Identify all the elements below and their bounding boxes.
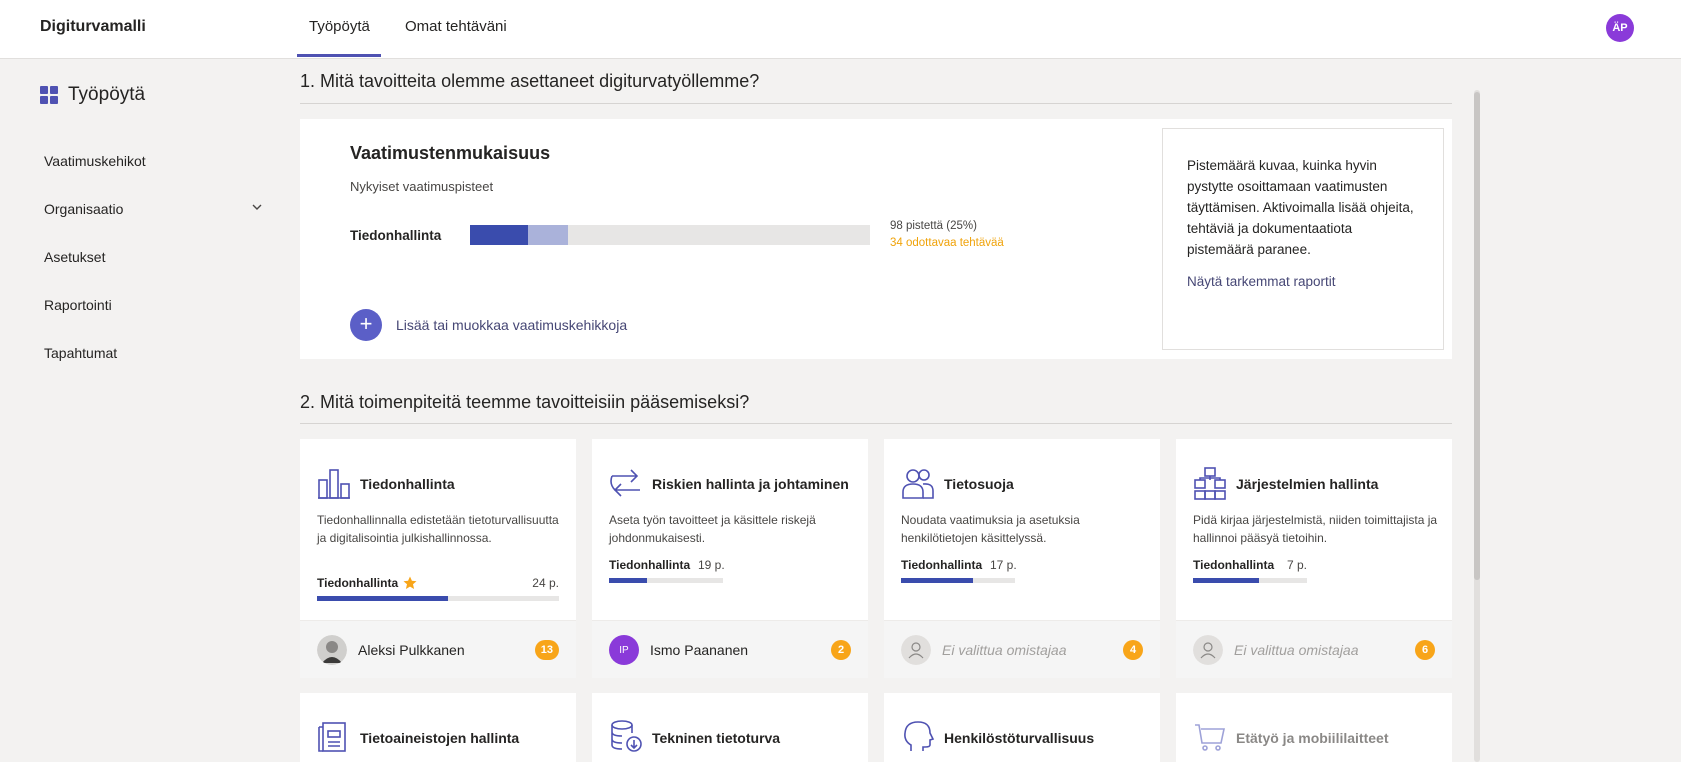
document-icon: [318, 722, 346, 752]
card-points: 24 p.: [532, 576, 559, 590]
sidebar-item-settings[interactable]: Asetukset: [44, 249, 105, 265]
card-title: Riskien hallinta ja johtaminen: [652, 476, 849, 492]
tab-dashboard[interactable]: Työpöytä: [309, 18, 370, 35]
database-icon: [611, 720, 642, 752]
card-personnel-security[interactable]: Henkilöstöturvallisuus: [884, 693, 1160, 762]
add-framework-link[interactable]: Lisää tai muokkaa vaatimuskehikkoja: [396, 317, 627, 333]
owner-name: Ismo Paananen: [650, 642, 749, 658]
sidebar-item-reporting[interactable]: Raportointi: [44, 297, 112, 313]
card-points: 17 p.: [990, 558, 1017, 572]
task-count-badge: 13: [534, 640, 559, 660]
arrows-icon: [610, 469, 640, 497]
card-description: Tiedonhallinnalla edistetään tietoturval…: [317, 513, 559, 545]
card-title: Tekninen tietoturva: [652, 730, 781, 746]
panel-subtitle: Nykyiset vaatimuspisteet: [350, 179, 494, 194]
compliance-panel: Vaatimustenmukaisuus Nykyiset vaatimuspi…: [300, 119, 1452, 359]
card-description: Noudata vaatimuksia ja asetuksia henkilö…: [901, 513, 1080, 545]
compliance-progress-bar: [470, 225, 870, 245]
sidebar-item-frameworks[interactable]: Vaatimuskehikot: [44, 153, 146, 169]
task-count-badge: 2: [831, 640, 851, 660]
section1-divider: [300, 103, 1452, 104]
detailed-reports-link[interactable]: Näytä tarkemmat raportit: [1187, 274, 1419, 289]
card-progress-fill: [609, 578, 647, 583]
compliance-pending-fill: [528, 225, 568, 245]
building-icon: [318, 469, 350, 499]
panel-title: Vaatimustenmukaisuus: [350, 143, 551, 163]
owner-photo: [317, 635, 347, 665]
info-box: Pistemäärä kuvaa, kuinka hyvin pystytte …: [1162, 128, 1444, 350]
star-icon: [403, 576, 417, 589]
card-progress-fill: [1193, 578, 1260, 583]
card-description: Pidä kirjaa järjestelmistä, niiden toimi…: [1193, 513, 1438, 545]
card-description: Aseta työn tavoitteet ja käsittele riske…: [609, 513, 816, 545]
card-progress-bar: [901, 578, 1015, 583]
empty-owner-icon: [901, 635, 931, 665]
dashboard-grid-icon: [40, 86, 58, 104]
pending-tasks-text[interactable]: 34 odottavaa tehtävää: [890, 237, 1004, 249]
card-points: 19 p.: [698, 558, 725, 572]
points-text: 98 pistettä (25%): [890, 220, 977, 232]
device-icon: [1195, 724, 1225, 751]
sidebar-title-label: Työpöytä: [68, 84, 146, 105]
task-count-badge: 4: [1123, 640, 1143, 660]
compliance-progress-fill: [470, 225, 528, 245]
empty-owner-icon: [1193, 635, 1223, 665]
tab-my-tasks[interactable]: Omat tehtäväni: [405, 18, 507, 35]
card-information-management[interactable]: Tiedonhallinta Tiedonhallinnalla edistet…: [300, 439, 576, 678]
task-count-badge: 6: [1415, 640, 1435, 660]
app-title: Digiturvamalli: [40, 18, 146, 35]
org-chart-icon: [1194, 467, 1226, 500]
card-points: 7 p.: [1287, 558, 1308, 572]
card-technical-security[interactable]: Tekninen tietoturva: [592, 693, 868, 762]
card-data-protection[interactable]: Tietosuoja Noudata vaatimuksia ja asetuk…: [884, 439, 1160, 678]
card-systems-management[interactable]: Järjestelmien hallinta Pidä kirjaa järje…: [1176, 439, 1452, 678]
sidebar-title[interactable]: Työpöytä: [40, 84, 145, 106]
people-icon: [902, 469, 934, 499]
card-risk-management[interactable]: Riskien hallinta ja johtaminen Aseta työ…: [592, 439, 868, 678]
owner-avatar: IP: [609, 635, 639, 665]
sidebar-item-organization[interactable]: Organisaatio: [44, 201, 123, 217]
compliance-row-label: Tiedonhallinta: [350, 228, 442, 243]
card-category: Tiedonhallinta: [609, 558, 691, 572]
active-tab-indicator: [297, 54, 381, 57]
card-category: Tiedonhallinta: [901, 558, 983, 572]
scrollbar-thumb[interactable]: [1474, 92, 1480, 580]
head-icon: [904, 721, 935, 751]
section2-heading: 2. Mitä toimenpiteitä teemme tavoitteisi…: [300, 392, 750, 412]
top-bar: Digiturvamalli Työpöytä Omat tehtäväni Ä…: [0, 0, 1681, 59]
card-remote-work[interactable]: Etätyö ja mobiililaitteet: [1176, 693, 1452, 762]
owner-name: Ei valittua omistajaa: [942, 642, 1067, 658]
card-title: Henkilöstöturvallisuus: [944, 730, 1095, 746]
info-text: Pistemäärä kuvaa, kuinka hyvin pystytte …: [1187, 158, 1414, 257]
card-data-assets[interactable]: Tietoaineistojen hallinta: [300, 693, 576, 762]
card-title: Tietoaineistojen hallinta: [360, 730, 520, 746]
section2-divider: [300, 423, 1452, 424]
add-framework-button[interactable]: +: [350, 309, 382, 341]
card-progress-bar: [609, 578, 723, 583]
card-progress-bar: [1193, 578, 1307, 583]
section1-heading: 1. Mitä tavoitteita olemme asettaneet di…: [300, 71, 760, 91]
card-title: Tiedonhallinta: [360, 476, 455, 492]
card-category: Tiedonhallinta: [1193, 558, 1275, 572]
card-progress-fill: [317, 596, 448, 601]
chevron-down-icon[interactable]: [251, 201, 263, 213]
owner-name: Aleksi Pulkkanen: [358, 642, 465, 658]
card-title: Etätyö ja mobiililaitteet: [1236, 730, 1389, 746]
card-progress-bar: [317, 596, 559, 601]
card-title: Järjestelmien hallinta: [1236, 476, 1379, 492]
card-progress-fill: [901, 578, 973, 583]
sidebar-item-events[interactable]: Tapahtumat: [44, 345, 117, 361]
card-category: Tiedonhallinta: [317, 576, 399, 590]
owner-name: Ei valittua omistajaa: [1234, 642, 1359, 658]
user-avatar[interactable]: ÄP: [1606, 14, 1634, 42]
card-title: Tietosuoja: [944, 476, 1014, 492]
